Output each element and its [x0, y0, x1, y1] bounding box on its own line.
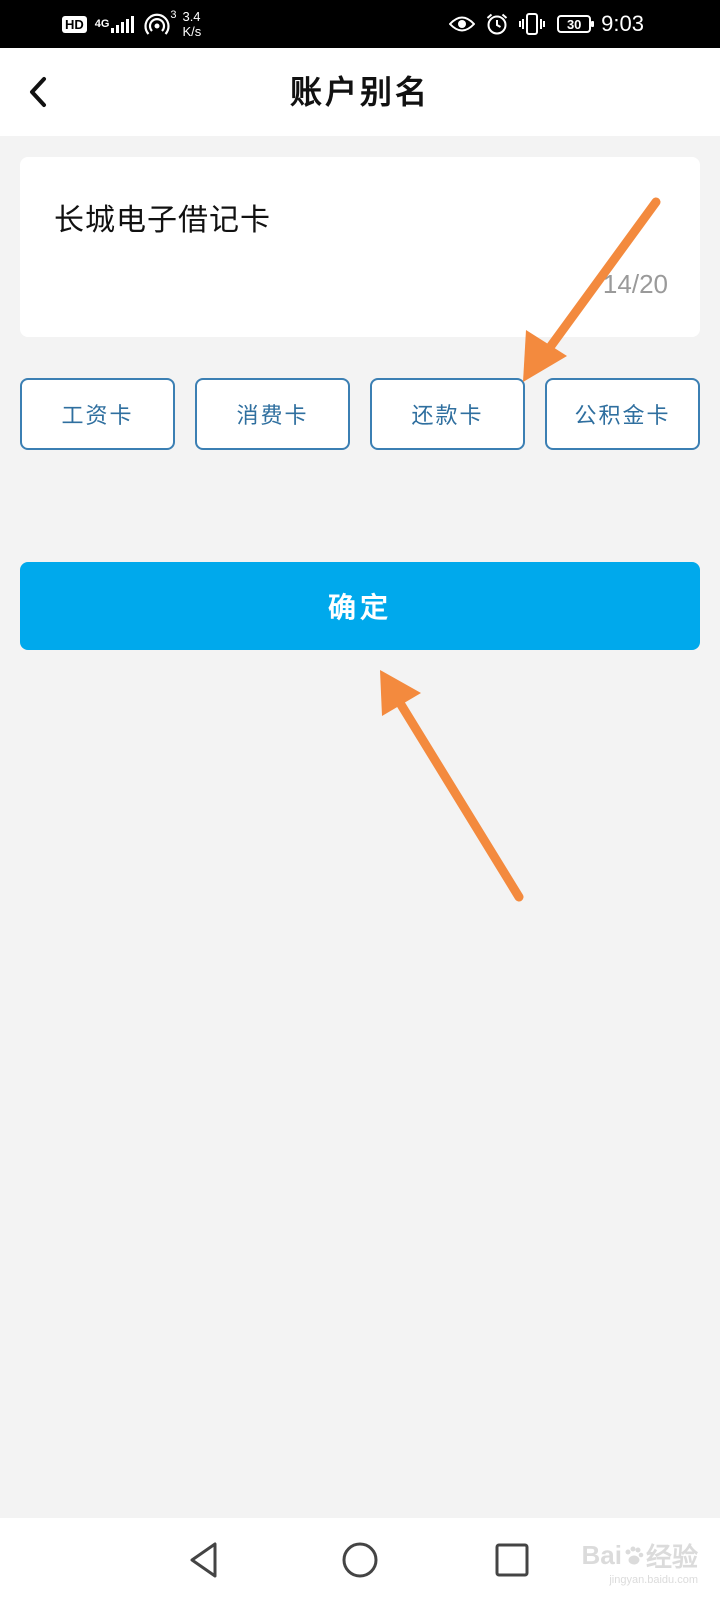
alias-input-field[interactable]: 长城电子借记卡 14/20 [20, 157, 700, 337]
recents-square-icon [495, 1543, 529, 1577]
battery-icon: 30 [557, 15, 595, 33]
page-title: 账户别名 [289, 73, 430, 111]
back-triangle-icon [190, 1542, 217, 1578]
home-circle-icon [342, 1542, 378, 1578]
eye-icon [449, 15, 476, 33]
vibrate-icon [519, 12, 546, 36]
network-type: 4G [94, 17, 110, 30]
baidu-jingyan-watermark: Bai 经验 jingyan.baidu.com [582, 1537, 698, 1586]
watermark-logo: Bai 经验 [582, 1537, 698, 1574]
status-bar: HD 4G 3 3.4 K/s 30 9:03 [0, 0, 720, 48]
network-speed: 3.4 K/s [182, 9, 201, 39]
character-counter: 14/20 [602, 269, 668, 299]
chip-spending-card[interactable]: 消费卡 [195, 378, 350, 450]
system-navigation-bar: Bai 经验 jingyan.baidu.com [0, 1518, 720, 1600]
paw-icon [625, 1546, 644, 1564]
clock: 9:03 [601, 11, 644, 36]
signal-icon [111, 15, 136, 33]
nav-recents-button[interactable] [490, 1538, 534, 1582]
chip-salary-card[interactable]: 工资卡 [20, 378, 175, 450]
speed-unit: K/s [182, 24, 202, 39]
arrow-to-confirm-button [380, 670, 524, 902]
chip-repayment-card[interactable]: 还款卡 [370, 378, 525, 450]
status-bar-right: 30 9:03 [439, 0, 644, 48]
confirm-button[interactable]: 确定 [20, 562, 700, 650]
screen: HD 4G 3 3.4 K/s 30 9:03 账户别名 长城电子借记卡 14/… [0, 0, 720, 1600]
quick-alias-options: 工资卡 消费卡 还款卡 公积金卡 [20, 378, 700, 450]
battery-level: 30 [566, 16, 582, 32]
hd-badge: HD [62, 15, 87, 33]
watermark-brand: Bai [581, 1540, 622, 1570]
hotspot-count: 3 [170, 9, 177, 21]
status-bar-left: HD 4G 3 3.4 K/s [62, 0, 201, 48]
chip-housing-fund-card[interactable]: 公积金卡 [545, 378, 700, 450]
watermark-url: jingyan.baidu.com [609, 1574, 698, 1586]
alarm-icon [485, 12, 509, 36]
watermark-brand-suffix: 经验 [645, 1542, 698, 1572]
hotspot-icon: 3 [144, 9, 176, 37]
nav-back-button[interactable] [184, 1538, 228, 1582]
alias-input-value: 长城电子借记卡 [54, 203, 271, 238]
nav-home-button[interactable] [338, 1538, 382, 1582]
speed-value: 3.4 [182, 9, 201, 24]
header: 账户别名 [0, 48, 720, 136]
